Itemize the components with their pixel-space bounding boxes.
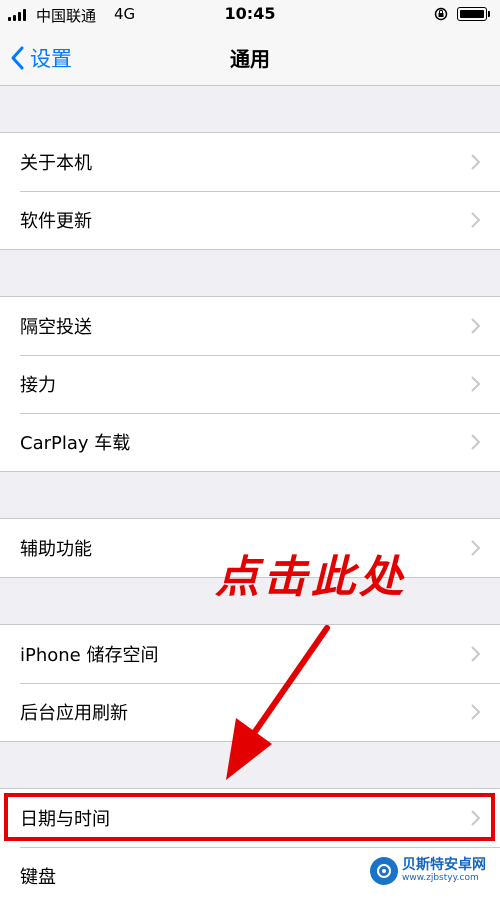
list-item-iphone-storage[interactable]: iPhone 储存空间 bbox=[0, 625, 500, 683]
list-item-date-time[interactable]: 日期与时间 bbox=[0, 789, 500, 847]
list-item-label: 接力 bbox=[20, 375, 56, 396]
chevron-right-icon bbox=[471, 810, 480, 826]
list-item-label: CarPlay 车载 bbox=[20, 433, 131, 454]
list-item-label: iPhone 储存空间 bbox=[20, 645, 159, 666]
chevron-right-icon bbox=[471, 704, 480, 720]
watermark-name: 贝斯特安卓网 bbox=[402, 857, 486, 874]
status-bar: 中国联通 4G 10:45 bbox=[0, 0, 500, 30]
chevron-right-icon bbox=[471, 154, 480, 170]
list-item-label: 辅助功能 bbox=[20, 539, 92, 560]
watermark: 贝斯特安卓网 www.zjbstyy.com bbox=[370, 854, 498, 888]
settings-group-storage: iPhone 储存空间 后台应用刷新 bbox=[0, 624, 500, 742]
list-item-label: 键盘 bbox=[20, 867, 56, 888]
chevron-right-icon bbox=[471, 646, 480, 662]
list-item-label: 软件更新 bbox=[20, 211, 92, 232]
watermark-logo-icon bbox=[370, 857, 398, 885]
list-item-label: 日期与时间 bbox=[20, 809, 110, 830]
watermark-url: www.zjbstyy.com bbox=[402, 872, 479, 883]
list-item-label: 后台应用刷新 bbox=[20, 703, 128, 724]
list-item-background-refresh[interactable]: 后台应用刷新 bbox=[0, 683, 500, 741]
list-item-label: 隔空投送 bbox=[20, 317, 92, 338]
battery-tip bbox=[488, 11, 490, 17]
navigation-bar: 设置 通用 bbox=[0, 30, 500, 86]
chevron-right-icon bbox=[471, 212, 480, 228]
status-time: 10:45 bbox=[224, 4, 276, 23]
chevron-right-icon bbox=[471, 318, 480, 334]
callout-text: 点击此处 bbox=[215, 552, 407, 603]
list-item-handoff[interactable]: 接力 bbox=[0, 355, 500, 413]
chevron-right-icon bbox=[471, 540, 480, 556]
settings-group-about: 关于本机 软件更新 bbox=[0, 132, 500, 250]
settings-group-connectivity: 隔空投送 接力 CarPlay 车载 bbox=[0, 296, 500, 472]
list-item-about[interactable]: 关于本机 bbox=[0, 133, 500, 191]
watermark-text: 贝斯特安卓网 www.zjbstyy.com bbox=[402, 857, 486, 883]
chevron-right-icon bbox=[471, 376, 480, 392]
list-item-software-update[interactable]: 软件更新 bbox=[0, 191, 500, 249]
chevron-right-icon bbox=[471, 434, 480, 450]
page-title: 通用 bbox=[230, 47, 270, 71]
list-item-airdrop[interactable]: 隔空投送 bbox=[0, 297, 500, 355]
battery-icon bbox=[457, 7, 487, 21]
list-item-label: 关于本机 bbox=[20, 153, 92, 174]
orientation-lock-icon bbox=[434, 7, 448, 21]
list-item-carplay[interactable]: CarPlay 车载 bbox=[0, 413, 500, 471]
